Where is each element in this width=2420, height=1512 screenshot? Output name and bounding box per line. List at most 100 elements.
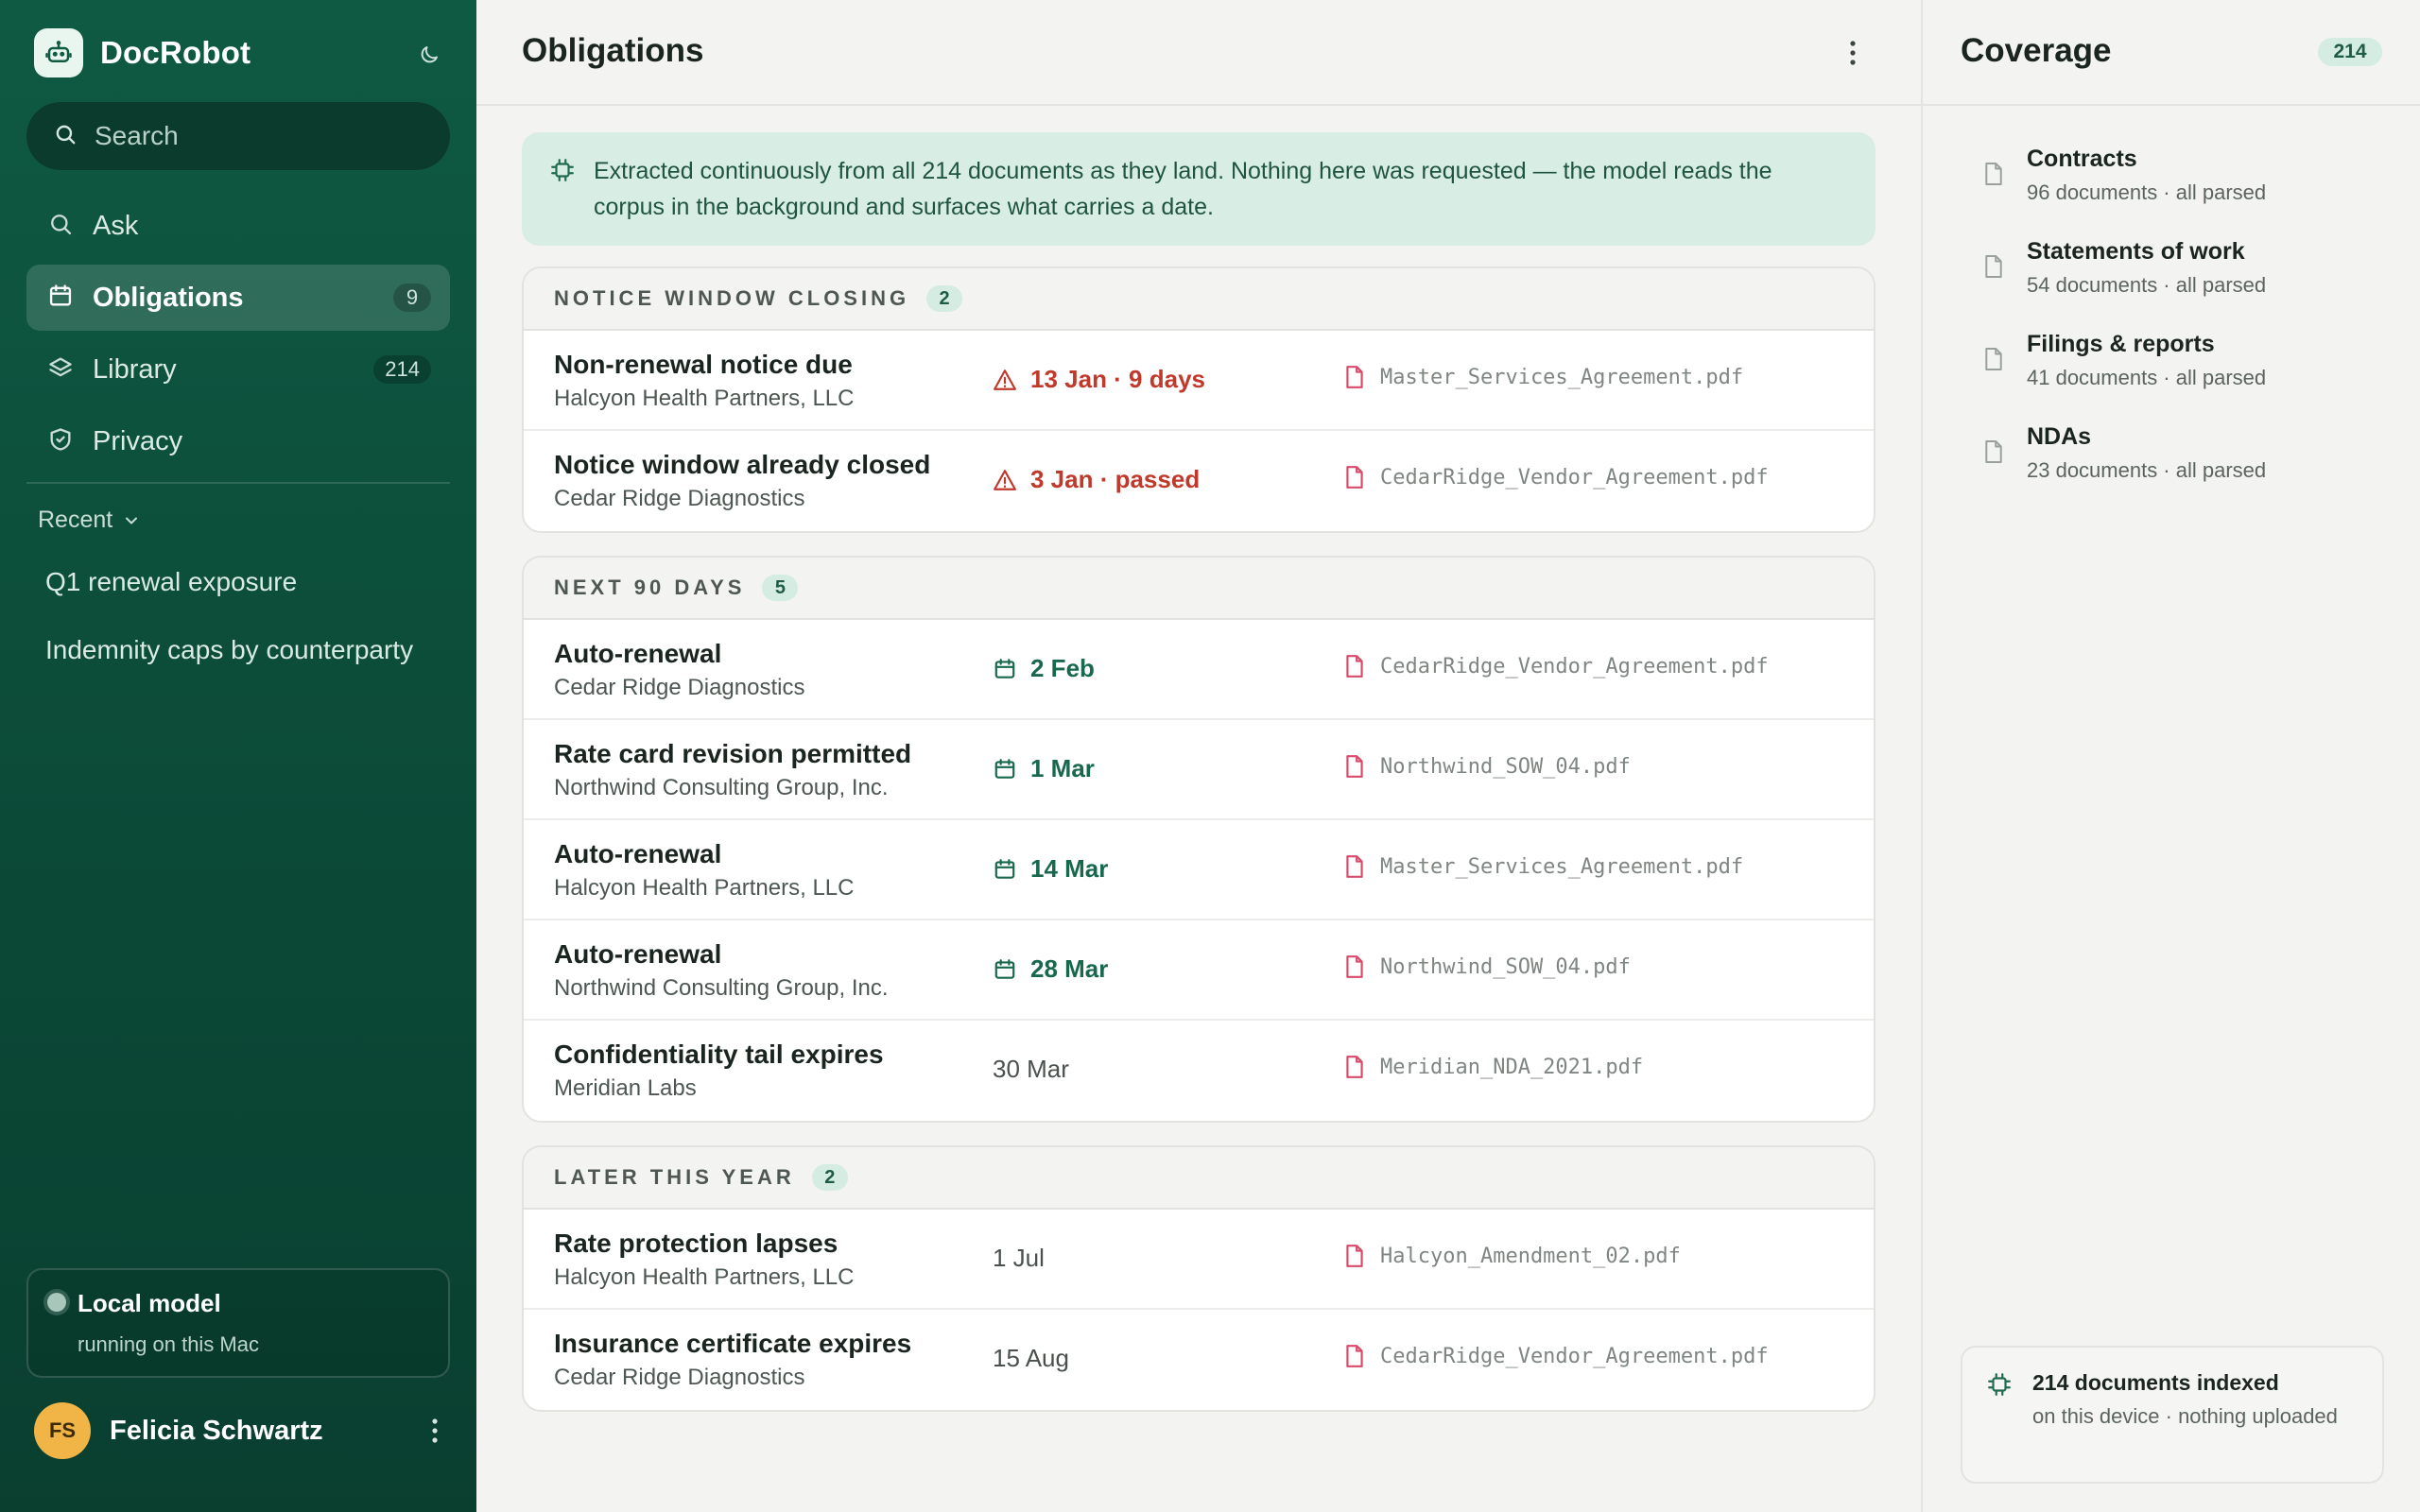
group-header: NEXT 90 DAYS 5 (524, 558, 1874, 620)
coverage-header: Coverage 214 (1923, 0, 2420, 106)
counterparty: Halcyon Health Partners, LLC (554, 1264, 855, 1290)
file-icon (1346, 1056, 1363, 1078)
page-title: Obligations (522, 32, 704, 69)
obligation-title: Confidentiality tail expires (554, 1040, 884, 1069)
chevron-down-icon (126, 517, 138, 524)
source-file-link[interactable]: Northwind_SOW_04.pdf (1344, 754, 1631, 779)
document-icon (1985, 255, 2002, 278)
group-later-this-year: LATER THIS YEAR 2 Rate protection lapses… (522, 1145, 1876, 1412)
nav-item-label: Obligations (93, 282, 244, 313)
source-file-link[interactable]: CedarRidge_Vendor_Agreement.pdf (1344, 654, 1769, 679)
coverage-item-contracts[interactable]: Contracts 96 documents · all parsed (1983, 146, 2266, 238)
source-file-link[interactable]: Master_Services_Agreement.pdf (1344, 854, 1743, 879)
file-icon (1346, 655, 1363, 678)
file-icon (1346, 1245, 1363, 1267)
coverage-detail: 54 documents · all parsed (2027, 273, 2267, 297)
counterparty: Cedar Ridge Diagnostics (554, 675, 805, 700)
file-icon (1346, 755, 1363, 778)
search-icon (47, 211, 74, 242)
due-date: 30 Mar (993, 1055, 1069, 1084)
nav-item-obligations[interactable]: Obligations 9 (26, 265, 450, 331)
due-date-text: 15 Aug (993, 1344, 1069, 1372)
due-date: 13 Jan · 9 days (993, 365, 1205, 394)
source-file-link[interactable]: CedarRidge_Vendor_Agreement.pdf (1344, 465, 1769, 490)
recent-item[interactable]: Indemnity caps by counterparty (45, 631, 413, 699)
sidebar: DocRobot Ask Obligations 9 Library (0, 0, 476, 1512)
nav-item-privacy[interactable]: Privacy (26, 408, 450, 474)
nav-item-label: Privacy (93, 425, 183, 456)
coverage-count-badge: 214 (2318, 38, 2382, 66)
more-vertical-icon[interactable] (1838, 38, 1868, 68)
obligation-row[interactable]: Non-renewal notice due Halcyon Health Pa… (524, 331, 1874, 431)
recent-toggle[interactable]: Recent (38, 507, 141, 534)
user-name: Felicia Schwartz (110, 1415, 323, 1446)
file-name: CedarRidge_Vendor_Agreement.pdf (1380, 465, 1769, 490)
coverage-panel: Coverage 214 Contracts 96 documents · al… (1921, 0, 2420, 1512)
source-file-link[interactable]: Halcyon_Amendment_02.pdf (1344, 1244, 1681, 1268)
obligation-row[interactable]: Notice window already closed Cedar Ridge… (524, 431, 1874, 531)
obligation-title: Notice window already closed (554, 450, 931, 479)
document-icon (1985, 163, 2002, 185)
file-icon (1346, 955, 1363, 978)
file-name: Northwind_SOW_04.pdf (1380, 754, 1631, 779)
status-dot (47, 1293, 66, 1312)
due-date: 1 Mar (993, 754, 1095, 783)
coverage-item-statements-of-work[interactable]: Statements of work 54 documents · all pa… (1983, 238, 2266, 331)
calendar-icon (994, 858, 1015, 879)
search-input[interactable] (95, 121, 416, 151)
nav-item-label: Library (93, 353, 177, 385)
nav-item-library[interactable]: Library 214 (26, 336, 450, 403)
obligation-row[interactable]: Rate card revision permitted Northwind C… (524, 720, 1874, 820)
calendar-icon (994, 658, 1015, 679)
brand[interactable]: DocRobot (34, 28, 251, 77)
obligation-row[interactable]: Insurance certificate expires Cedar Ridg… (524, 1310, 1874, 1410)
due-date-text: 2 Feb (1030, 654, 1095, 682)
chip-icon (1987, 1372, 2012, 1401)
source-file-link[interactable]: Northwind_SOW_04.pdf (1344, 954, 1631, 979)
layers-icon (47, 354, 74, 386)
coverage-detail: 41 documents · all parsed (2027, 366, 2267, 389)
group-count-badge: 2 (811, 1164, 848, 1191)
source-file-link[interactable]: CedarRidge_Vendor_Agreement.pdf (1344, 1344, 1769, 1368)
calendar-icon (994, 958, 1015, 979)
due-date: 28 Mar (993, 954, 1108, 984)
main-nav: Ask Obligations 9 Library 214 Privacy (26, 193, 450, 480)
counterparty: Cedar Ridge Diagnostics (554, 1365, 805, 1390)
due-date: 1 Jul (993, 1244, 1045, 1273)
recent-list: Q1 renewal exposure Indemnity caps by co… (45, 563, 413, 699)
nav-count-badge: 9 (393, 284, 431, 312)
file-name: Master_Services_Agreement.pdf (1380, 854, 1744, 879)
coverage-name: Statements of work (2027, 238, 2245, 265)
nav-item-ask[interactable]: Ask (26, 193, 450, 259)
obligation-row[interactable]: Auto-renewal Northwind Consulting Group,… (524, 920, 1874, 1021)
user-profile[interactable]: FS Felicia Schwartz (34, 1402, 450, 1459)
coverage-item-filings-reports[interactable]: Filings & reports 41 documents · all par… (1983, 331, 2266, 423)
recent-item[interactable]: Q1 renewal exposure (45, 563, 413, 631)
counterparty: Halcyon Health Partners, LLC (554, 875, 855, 901)
group-count-badge: 2 (926, 285, 963, 312)
source-file-link[interactable]: Meridian_NDA_2021.pdf (1344, 1055, 1643, 1079)
robot-logo-icon (34, 28, 83, 77)
obligation-row[interactable]: Auto-renewal Cedar Ridge Diagnostics 2 F… (524, 620, 1874, 720)
due-date-text: 3 Jan · passed (1030, 465, 1201, 493)
obligation-title: Non-renewal notice due (554, 350, 853, 379)
coverage-item-ndas[interactable]: NDAs 23 documents · all parsed (1983, 423, 2266, 516)
file-name: Northwind_SOW_04.pdf (1380, 954, 1631, 979)
calendar-icon (994, 758, 1015, 779)
obligation-row[interactable]: Auto-renewal Halcyon Health Partners, LL… (524, 820, 1874, 920)
obligation-row[interactable]: Rate protection lapses Halcyon Health Pa… (524, 1210, 1874, 1310)
nav-divider (26, 482, 450, 484)
more-vertical-icon[interactable] (420, 1416, 450, 1446)
local-model-status[interactable]: Local model running on this Mac (26, 1268, 450, 1378)
obligation-row[interactable]: Confidentiality tail expires Meridian La… (524, 1021, 1874, 1121)
group-notice-window-closing: NOTICE WINDOW CLOSING 2 Non-renewal noti… (522, 266, 1876, 533)
file-name: CedarRidge_Vendor_Agreement.pdf (1380, 1344, 1769, 1368)
group-header: NOTICE WINDOW CLOSING 2 (524, 268, 1874, 331)
search-box[interactable] (26, 102, 450, 170)
index-status-title: 214 documents indexed (2032, 1370, 2279, 1395)
source-file-link[interactable]: Master_Services_Agreement.pdf (1344, 365, 1743, 389)
file-name: CedarRidge_Vendor_Agreement.pdf (1380, 654, 1769, 679)
moon-icon[interactable] (414, 40, 444, 70)
document-icon (1985, 440, 2002, 463)
group-header: LATER THIS YEAR 2 (524, 1147, 1874, 1210)
